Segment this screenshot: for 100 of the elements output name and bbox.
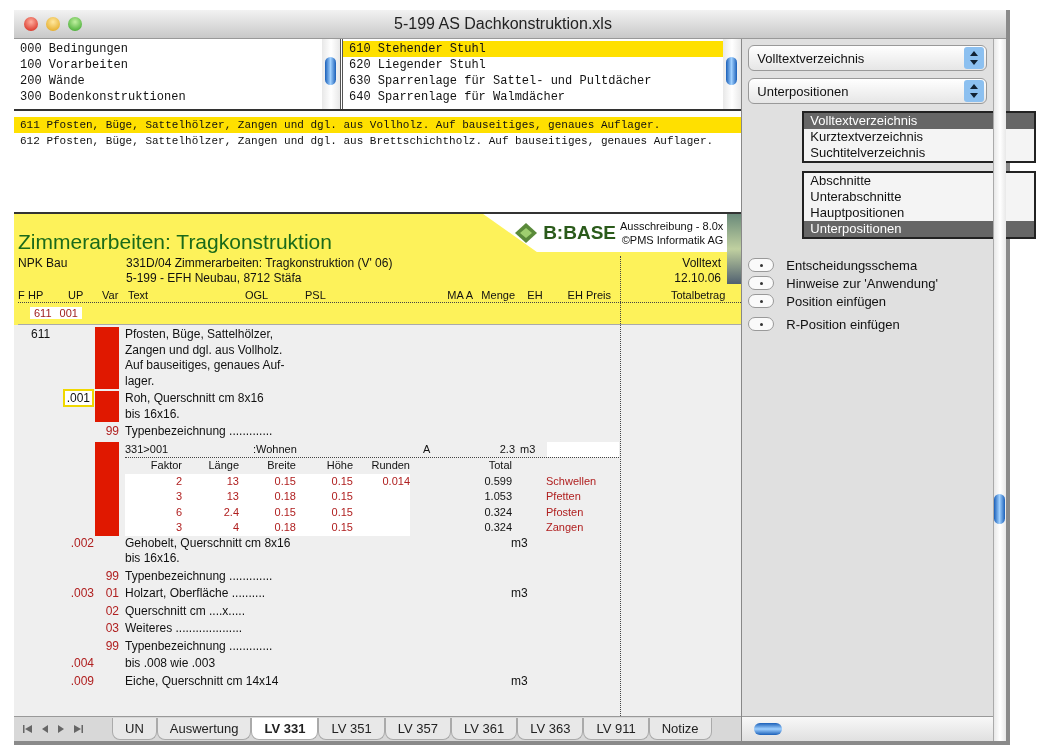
up-number: .001 xyxy=(62,389,94,407)
position-text: Gehobelt, Querschnitt cm 8x16 bis 16x16. xyxy=(124,535,292,567)
ma-code: A xyxy=(423,441,432,457)
sheet-tab[interactable]: LV 331 xyxy=(251,718,319,740)
column-header: OGL xyxy=(245,288,270,302)
hp-number: 611 xyxy=(31,327,51,341)
member-label: Zangen xyxy=(545,520,584,535)
action-button[interactable]: Position einfügen xyxy=(748,293,938,309)
heading-line: 331D/04 Zimmerarbeiten: Tragkonstruktion (V' 06) xyxy=(126,256,394,271)
previous-icon[interactable] xyxy=(40,724,50,734)
list-item[interactable]: 620 Liegender Stuhl xyxy=(343,57,724,73)
up-number: .003 xyxy=(70,586,94,600)
measure-header: Runden xyxy=(370,458,410,473)
menu-item[interactable]: Unterabschnitte xyxy=(804,189,1035,205)
list-item[interactable]: 200 Wände xyxy=(14,73,322,89)
location-label: :Wohnen xyxy=(253,441,298,457)
column-header: Text xyxy=(128,288,150,302)
table-cell: 13 xyxy=(182,489,239,505)
position-text: Holzart, Oberfläche .......... xyxy=(124,586,267,602)
variant-number: 01 xyxy=(105,586,119,600)
dropdown[interactable]: Volltextverzeichnis xyxy=(748,45,988,71)
variant-number: 99 xyxy=(105,638,119,653)
current-hp-field[interactable]: 611 xyxy=(30,307,56,319)
unit-label: m3 xyxy=(519,441,537,457)
unit-label: m3 xyxy=(511,586,528,600)
sheet-tab[interactable]: LV 911 xyxy=(583,718,649,740)
sheet-tab[interactable]: LV 363 xyxy=(517,718,584,740)
list-item[interactable]: 630 Sparrenlage für Sattel- und Pultdächer xyxy=(343,73,724,89)
action-button[interactable]: Hinweise zur 'Anwendung' xyxy=(748,275,938,291)
photo-placeholder xyxy=(727,214,742,284)
list-item[interactable]: 300 Bodenkonstruktionen xyxy=(14,89,322,105)
measure-header: Faktor xyxy=(149,458,182,473)
quantity-ref: 331>001 xyxy=(125,441,170,457)
stepper-icon xyxy=(964,47,985,69)
table-cell-text: 0.599 xyxy=(483,473,512,489)
sheet-tab[interactable]: Notize xyxy=(648,718,712,740)
column-header: Var xyxy=(102,288,120,302)
sheet-tab[interactable]: LV 361 xyxy=(450,718,518,740)
sheet-tab[interactable]: Auswertung xyxy=(156,718,252,740)
column-header: HP xyxy=(28,288,45,302)
action-button[interactable]: R-Position einfügen xyxy=(748,316,938,332)
position-text: Typenbezeichnung ............. xyxy=(124,568,274,584)
sheet-tab[interactable]: UN xyxy=(112,718,157,740)
column-header: PSL xyxy=(305,288,327,302)
menu-item[interactable]: Kurztextverzeichnis xyxy=(804,129,1035,145)
table-cell: 0.014 xyxy=(353,473,410,489)
measure-header: Länge xyxy=(207,458,239,473)
table-cell: 0.15 xyxy=(296,489,353,505)
column-header: UP xyxy=(68,288,85,302)
up-number: .004 xyxy=(70,656,94,670)
bullet-icon xyxy=(748,294,775,308)
logo-text: B:BASE xyxy=(543,222,616,244)
list-item[interactable]: 611 Pfosten, Büge, Sattelhölzer, Zangen und dgl. aus Vollholz. Auf bauseitiges, genaues Auflager. xyxy=(14,117,742,133)
list-item[interactable]: 610 Stehender Stuhl xyxy=(343,41,724,57)
column-header: Menge xyxy=(480,288,515,302)
menu-item[interactable]: Hauptpositionen xyxy=(804,205,1035,221)
variant-number: 99 xyxy=(105,424,119,438)
scrollbar[interactable] xyxy=(322,39,340,109)
action-button[interactable]: Entscheidungsschema xyxy=(748,257,938,273)
list-item[interactable]: 100 Vorarbeiten xyxy=(14,57,322,73)
horizontal-scrollbar[interactable] xyxy=(742,716,994,741)
heading-line: 5-199 - EFH Neubau, 8712 Stäfa xyxy=(126,271,303,286)
position-text: bis .008 wie .003 xyxy=(124,656,217,672)
position-text: Roh, Querschnitt cm 8x16 bis 16x16. xyxy=(124,391,265,422)
position-text: Pfosten, Büge, Sattelhölzer, Zangen und dgl. aus Vollholz. Auf bauseitiges, genaues Auf- lager. xyxy=(124,327,286,389)
list-item[interactable]: 640 Sparrenlage für Walmdächer xyxy=(343,89,724,105)
menu-item[interactable]: Volltextverzeichnis xyxy=(804,113,1035,129)
up-number: .009 xyxy=(70,673,94,688)
list-item[interactable]: 000 Bedingungen xyxy=(14,41,322,57)
variant-number: 03 xyxy=(105,621,119,635)
current-up-field[interactable]: 001 xyxy=(55,307,82,319)
position-text: Typenbezeichnung ............. xyxy=(124,638,274,654)
measure-header: Höhe xyxy=(325,458,353,473)
menu-item[interactable]: Suchtitelverzeichnis xyxy=(804,145,1035,161)
dropdown[interactable]: Unterpositionen xyxy=(748,78,988,104)
position-text: Eiche, Querschnitt cm 14x14 xyxy=(124,673,280,689)
next-icon[interactable] xyxy=(56,724,66,734)
sheet-tab[interactable]: LV 357 xyxy=(384,718,451,740)
scrollbar[interactable] xyxy=(723,39,742,109)
up-number: .002 xyxy=(70,535,94,550)
sheet-tab[interactable]: LV 351 xyxy=(318,718,385,740)
copyright-text: ©PMS Informatik AG xyxy=(621,233,724,247)
catalog-label: NPK Bau xyxy=(18,256,69,272)
price-field[interactable] xyxy=(547,441,619,457)
menu-item[interactable]: Abschnitte xyxy=(804,173,1035,189)
last-page-icon[interactable] xyxy=(72,724,84,734)
vertical-scrollbar[interactable] xyxy=(993,39,1006,741)
first-page-icon[interactable] xyxy=(22,724,34,734)
table-cell: 0.15 xyxy=(296,520,353,536)
close-icon[interactable] xyxy=(24,17,38,31)
menu-item[interactable]: Unterpositionen xyxy=(804,221,1035,237)
column-header: F xyxy=(18,288,26,302)
member-label: Pfosten xyxy=(545,504,584,520)
variant-number: 99 xyxy=(105,568,119,583)
quantity-amount: 2.3 xyxy=(498,441,515,457)
column-header: Totalbetrag xyxy=(669,288,727,302)
unit-label: m3 xyxy=(511,535,528,550)
bullet-icon xyxy=(748,317,775,331)
measure-header: Total xyxy=(487,458,512,473)
list-item[interactable]: 612 Pfosten, Büge, Sattelhölzer, Zangen und dgl. aus Brettschichtholz. Auf bauseitiges, genaues Auflager. xyxy=(14,133,742,149)
